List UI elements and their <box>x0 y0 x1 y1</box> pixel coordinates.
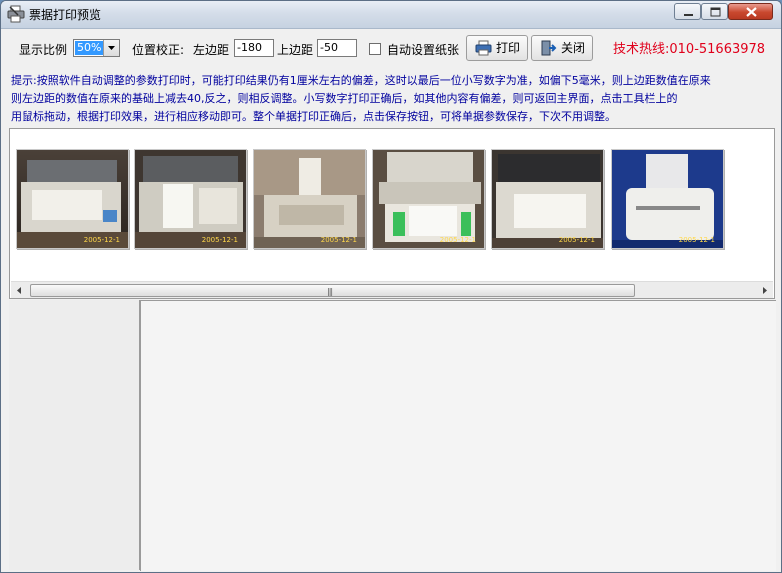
hint-line-2: 则左边距的数值在原来的基础上减去40,反之，则相反调整。小写数字打印正确后，如其… <box>11 92 678 105</box>
position-correction-label: 位置校正: <box>132 43 185 57</box>
photo-date: 2005-12-1 <box>83 236 120 244</box>
left-margin-input[interactable]: -180 <box>234 39 274 57</box>
exit-door-icon <box>540 40 557 64</box>
preview-canvas[interactable] <box>140 300 776 571</box>
photo-date: 2005-12-1 <box>439 236 476 244</box>
photo-date: 2005-12-1 <box>558 236 595 244</box>
title-bar[interactable]: 票据打印预览 <box>1 1 781 29</box>
close-icon <box>746 7 757 17</box>
hint-line-3: 用鼠标拖动，根据打印效果，进行相应移动即可。整个单据打印正确后，点击保存按钮，可… <box>11 110 616 123</box>
zoom-select[interactable]: 50% <box>73 39 120 57</box>
sample-photos-panel: 2005-12-1 2005-12-1 2005-12-1 2005-12-1 … <box>9 128 775 299</box>
hint-text: 提示:按照软件自动调整的参数打印时，可能打印结果仍有1厘米左右的偏差，这时以最后… <box>11 72 779 124</box>
horizontal-scrollbar[interactable]: ||| <box>11 281 773 298</box>
scroll-right-icon[interactable] <box>756 282 773 298</box>
left-margin-label: 左边距 <box>193 43 230 57</box>
sample-photo-1[interactable]: 2005-12-1 <box>16 149 129 249</box>
window-title: 票据打印预览 <box>29 8 102 22</box>
printer-icon <box>475 40 492 64</box>
close-window-button[interactable] <box>728 3 773 20</box>
scroll-left-icon[interactable] <box>11 282 28 298</box>
toolbar: 显示比例 50% 位置校正: 左边距 -180 上边距 -50 自动设置纸张 打… <box>1 29 781 67</box>
sample-photo-3[interactable]: 2005-12-1 <box>253 149 366 249</box>
auto-paper-checkbox[interactable] <box>369 43 381 55</box>
photo-date: 2005-12-1 <box>678 236 715 244</box>
zoom-label: 显示比例 <box>19 43 68 57</box>
close-button[interactable]: 关闭 <box>531 35 593 61</box>
zoom-value: 50% <box>75 41 104 55</box>
sample-photo-6[interactable]: 2005-12-1 <box>611 149 724 249</box>
maximize-icon <box>710 7 721 17</box>
page-list-pane[interactable] <box>9 300 140 570</box>
tech-hotline: 技术热线:010-51663978 <box>613 42 766 57</box>
chevron-down-icon[interactable] <box>103 40 119 56</box>
print-preview-window: 票据打印预览 显示比例 50% 位置校正: 左边距 -180 上边距 -50 自… <box>0 0 782 573</box>
close-button-label: 关闭 <box>561 41 586 55</box>
photo-date: 2005-12-1 <box>201 236 238 244</box>
grip-icon: ||| <box>327 287 333 296</box>
maximize-button[interactable] <box>701 3 728 20</box>
top-margin-input[interactable]: -50 <box>317 39 357 57</box>
minimize-icon <box>684 14 693 16</box>
minimize-button[interactable] <box>674 3 701 20</box>
sample-photo-5[interactable]: 2005-12-1 <box>491 149 604 249</box>
sample-photo-4[interactable]: 2005-12-1 <box>372 149 485 249</box>
printer-icon <box>7 5 25 23</box>
scrollbar-thumb[interactable]: ||| <box>30 284 635 297</box>
top-margin-label: 上边距 <box>277 43 314 57</box>
hint-line-1: 提示:按照软件自动调整的参数打印时，可能打印结果仍有1厘米左右的偏差，这时以最后… <box>11 74 711 87</box>
photo-date: 2005-12-1 <box>320 236 357 244</box>
sample-photo-2[interactable]: 2005-12-1 <box>134 149 247 249</box>
print-button[interactable]: 打印 <box>466 35 528 61</box>
print-button-label: 打印 <box>496 41 521 55</box>
auto-paper-label[interactable]: 自动设置纸张 <box>387 41 459 58</box>
